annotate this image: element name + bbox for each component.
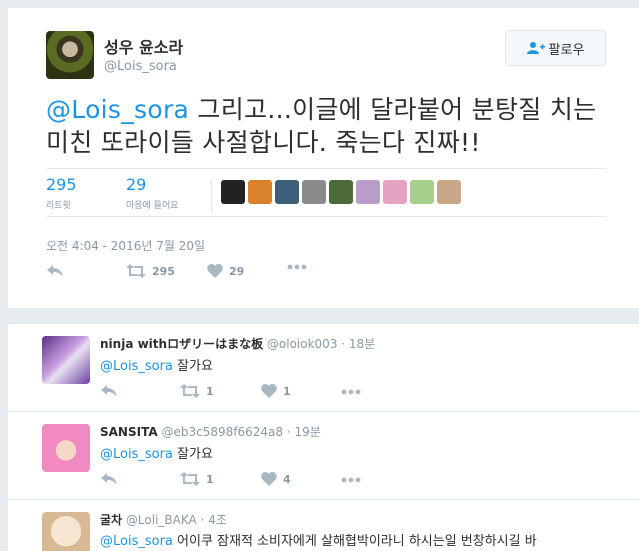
heart-icon — [261, 384, 277, 398]
reply-mention[interactable]: @Lois_sora — [100, 359, 173, 374]
main-tweet-card: 성우 윤소라 @Lois_sora 팔로우 @Lois_sora 그리고...이… — [8, 8, 639, 308]
liker-avatar[interactable] — [410, 180, 434, 204]
reply-item[interactable]: SANSITA @eb3c5898f6624a8 · 19분 @Lois_sor… — [8, 411, 639, 499]
liker-avatar[interactable] — [356, 180, 380, 204]
follow-button[interactable]: 팔로우 — [505, 30, 606, 66]
reply-name[interactable]: 굴차 — [100, 513, 122, 527]
reply-body: 어이쿠 잠재적 소비자에게 살해협박이라니 하시는일 번창하시길 바 — [172, 534, 537, 549]
likes-stat[interactable]: 29 마음에 들어요 — [126, 175, 179, 211]
reply-avatar[interactable] — [42, 336, 90, 384]
reply-time[interactable]: 19분 — [294, 425, 320, 439]
liker-avatar[interactable] — [329, 180, 353, 204]
reply-avatar[interactable] — [42, 512, 90, 551]
more-button[interactable] — [341, 389, 361, 395]
liker-avatar[interactable] — [221, 180, 245, 204]
reply-handle[interactable]: @Loli_BAKA — [126, 513, 197, 527]
more-icon — [341, 389, 361, 395]
liker-avatars — [221, 180, 461, 204]
like-button[interactable]: 1 — [261, 384, 291, 398]
reply-name[interactable]: ninja withロザリーはまな板 — [100, 337, 263, 351]
retweet-icon — [180, 472, 200, 486]
divider — [46, 216, 606, 217]
author-handle[interactable]: @Lois_sora — [104, 59, 177, 74]
retweet-button[interactable]: 295 — [126, 264, 175, 278]
liker-avatar[interactable] — [437, 180, 461, 204]
reply-icon — [47, 265, 63, 277]
more-button[interactable] — [287, 264, 307, 270]
retweet-stat[interactable]: 295 리트윗 — [46, 175, 77, 211]
liker-avatar[interactable] — [302, 180, 326, 204]
retweet-button[interactable]: 1 — [180, 384, 214, 398]
retweet-action-count: 295 — [152, 264, 175, 278]
more-icon — [287, 264, 307, 270]
more-icon — [341, 477, 361, 483]
retweet-icon — [126, 264, 146, 278]
liker-avatar[interactable] — [248, 180, 272, 204]
retweet-count: 1 — [206, 384, 214, 398]
reply-body: 잘가요 — [172, 359, 213, 374]
add-user-icon — [526, 42, 545, 54]
reply-button[interactable] — [100, 472, 118, 486]
reply-text: @Lois_sora 잘가요 — [100, 443, 620, 462]
tweet-text: @Lois_sora 그리고...이글에 달라붙어 분탕질 치는 미친 또라이들… — [46, 93, 606, 159]
like-count: 4 — [283, 472, 291, 486]
author-display-name[interactable]: 성우 윤소라 — [104, 34, 183, 58]
reply-icon — [101, 473, 117, 485]
reply-header: ninja withロザリーはまな板 @oloiok003 · 18분 — [100, 337, 376, 351]
likes-label: 마음에 들어요 — [126, 201, 179, 211]
like-button[interactable]: 4 — [261, 472, 291, 486]
more-button[interactable] — [341, 477, 361, 483]
reply-time[interactable]: 18분 — [349, 337, 375, 351]
reply-header: SANSITA @eb3c5898f6624a8 · 19분 — [100, 425, 321, 439]
retweet-count: 1 — [206, 472, 214, 486]
reply-text: @Lois_sora 어이쿠 잠재적 소비자에게 살해협박이라니 하시는일 번창… — [100, 530, 620, 549]
reply-header: 굴차 @Loli_BAKA · 4조 — [100, 513, 227, 527]
reply-item[interactable]: 굴차 @Loli_BAKA · 4조 @Lois_sora 어이쿠 잠재적 소비… — [8, 499, 639, 551]
stat-separator — [211, 178, 212, 213]
like-button[interactable]: 29 — [207, 264, 244, 278]
tweet-mention[interactable]: @Lois_sora — [46, 95, 189, 124]
author-avatar[interactable] — [46, 31, 94, 79]
heart-icon — [261, 472, 277, 486]
liker-avatar[interactable] — [275, 180, 299, 204]
reply-icon — [101, 385, 117, 397]
reply-button[interactable] — [46, 264, 64, 278]
retweet-count: 295 — [46, 175, 77, 194]
reply-handle[interactable]: @eb3c5898f6624a8 — [161, 425, 283, 439]
liker-avatar[interactable] — [383, 180, 407, 204]
divider — [46, 168, 606, 169]
retweet-label: 리트윗 — [46, 201, 71, 211]
like-action-count: 29 — [229, 264, 245, 278]
retweet-icon — [180, 384, 200, 398]
reply-item[interactable]: ninja withロザリーはまな板 @oloiok003 · 18분 @Loi… — [8, 323, 639, 411]
reply-time[interactable]: 4조 — [208, 513, 227, 527]
retweet-button[interactable]: 1 — [180, 472, 214, 486]
reply-avatar[interactable] — [42, 424, 90, 472]
reply-mention[interactable]: @Lois_sora — [100, 534, 173, 549]
reply-body: 잘가요 — [172, 447, 213, 462]
reply-text: @Lois_sora 잘가요 — [100, 355, 620, 374]
likes-count: 29 — [126, 175, 147, 194]
like-count: 1 — [283, 384, 291, 398]
reply-mention[interactable]: @Lois_sora — [100, 447, 173, 462]
reply-button[interactable] — [100, 384, 118, 398]
heart-icon — [207, 264, 223, 278]
reply-name[interactable]: SANSITA — [100, 425, 158, 439]
reply-handle[interactable]: @oloiok003 — [267, 337, 338, 351]
follow-button-label: 팔로우 — [548, 42, 585, 58]
tweet-timestamp[interactable]: 오전 4:04 - 2016년 7월 20일 — [46, 237, 205, 254]
